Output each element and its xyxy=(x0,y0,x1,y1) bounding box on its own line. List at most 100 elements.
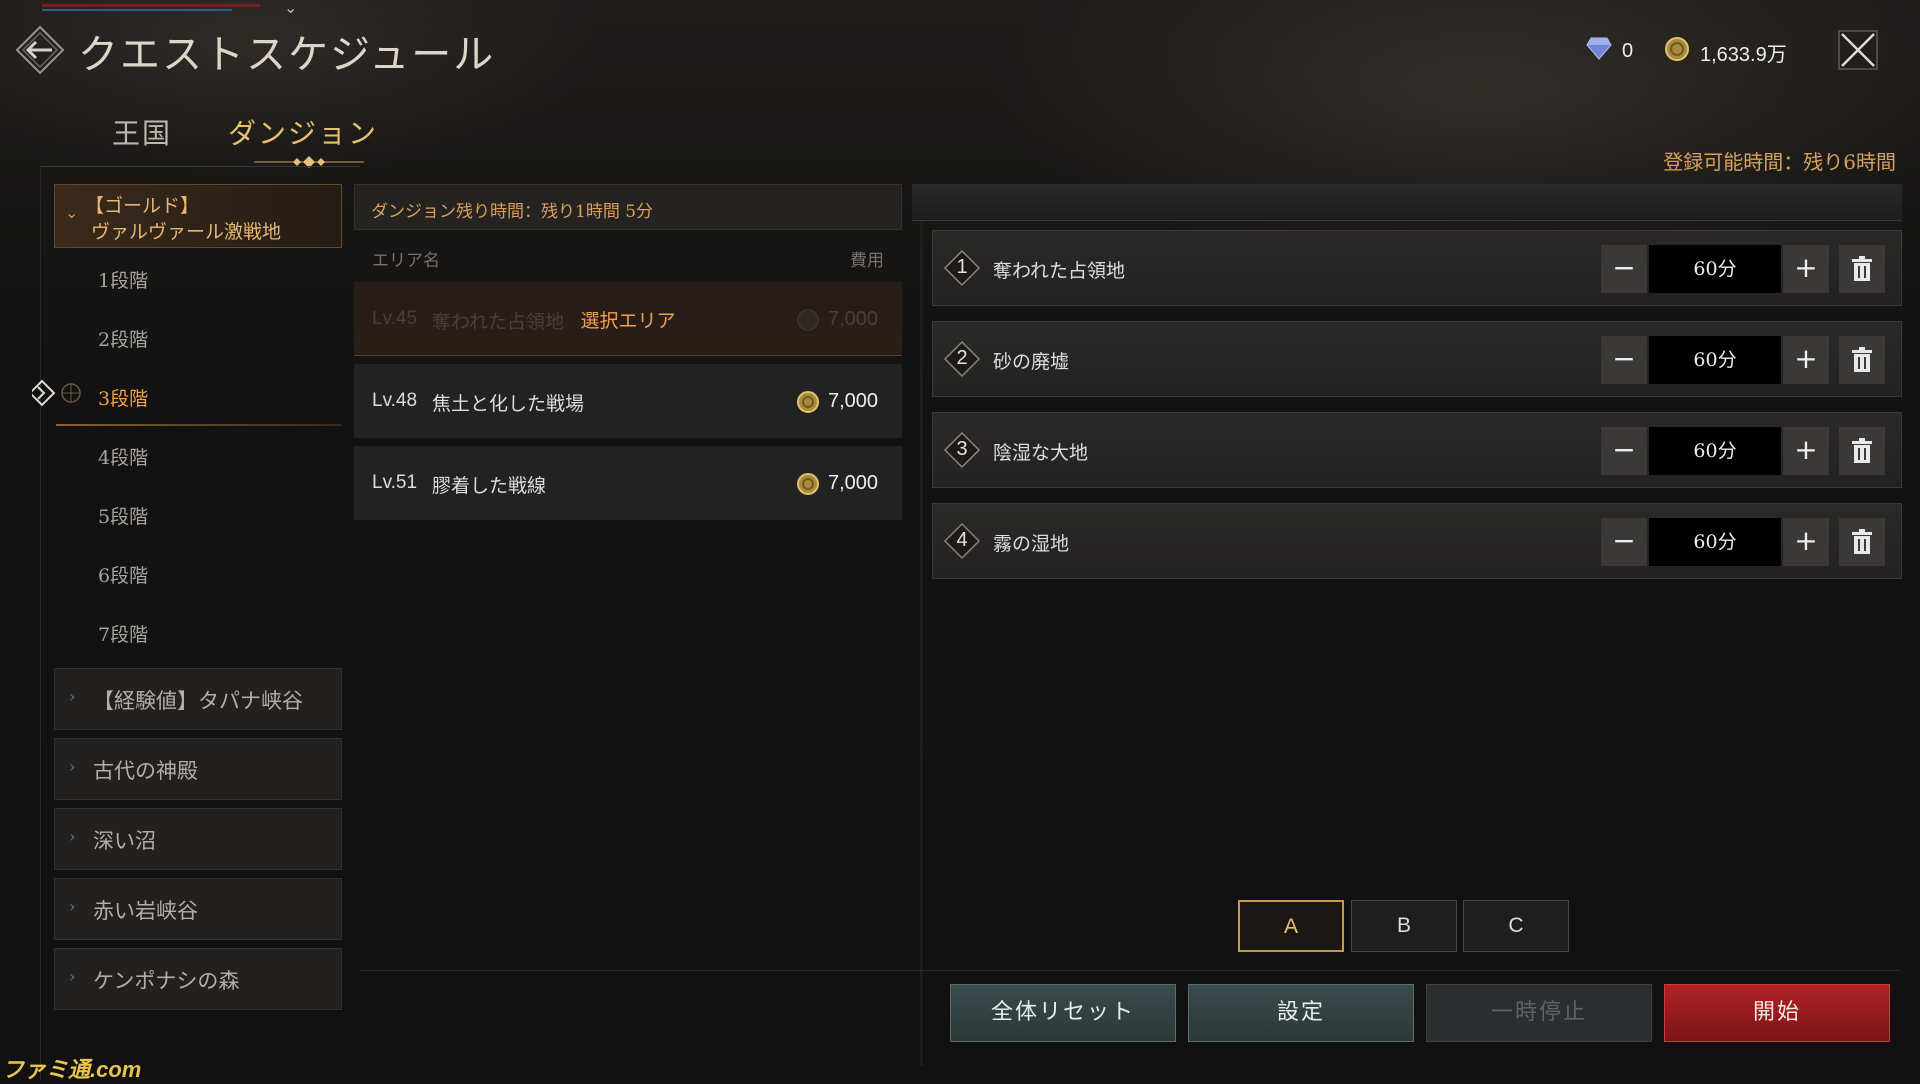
increase-button[interactable]: + xyxy=(1783,245,1829,293)
stage-7[interactable]: 7段階 xyxy=(98,620,148,647)
tab-divider xyxy=(40,166,360,167)
column-header-area: エリア名 xyxy=(372,251,440,271)
stage-active-icon xyxy=(60,382,82,404)
increase-button[interactable]: + xyxy=(1783,518,1829,566)
decrease-button[interactable]: − xyxy=(1601,336,1647,384)
footer-divider xyxy=(360,970,1900,971)
tab-kingdom[interactable]: 王国 xyxy=(112,112,172,152)
increase-button[interactable]: + xyxy=(1783,336,1829,384)
chevron-right-icon: › xyxy=(69,687,76,706)
category-label: 深い沼 xyxy=(93,829,156,853)
gold-coin-icon xyxy=(796,390,820,418)
category-gold-valvar[interactable]: ⌄ 【ゴールド】 ヴァルヴァール激戦地 xyxy=(54,184,342,248)
mp-bar xyxy=(42,9,232,11)
decrease-button[interactable]: − xyxy=(1601,245,1647,293)
category-label: 赤い岩峡谷 xyxy=(93,899,198,923)
slot-area-name: 奪われた占領地 xyxy=(993,260,1126,282)
selected-area-label: 選択エリア xyxy=(580,310,676,332)
area-level: Lv.48 xyxy=(372,390,418,411)
stage-5[interactable]: 5段階 xyxy=(98,502,148,529)
area-name: 膠着した戦線 xyxy=(432,475,547,497)
close-icon[interactable] xyxy=(1836,28,1880,72)
hp-bar xyxy=(42,4,260,7)
settings-button[interactable]: 設定 xyxy=(1188,984,1414,1042)
preset-b-button[interactable]: B xyxy=(1351,900,1457,952)
area-cost: 7,000 xyxy=(828,472,879,494)
trash-icon[interactable] xyxy=(1839,427,1885,475)
chevron-right-icon: › xyxy=(69,897,76,916)
chevron-right-icon: › xyxy=(69,827,76,846)
chevron-down-icon[interactable]: ⌄ xyxy=(284,0,297,17)
gold-amount: 1,633.9万 xyxy=(1700,43,1787,66)
slot-area-name: 砂の廃墟 xyxy=(993,351,1070,373)
selected-marker-icon xyxy=(28,378,62,408)
slot-area-name: 霧の湿地 xyxy=(993,533,1070,555)
area-level: Lv.51 xyxy=(372,472,418,493)
category-tag: 【ゴールド】 xyxy=(85,195,200,217)
reset-all-button[interactable]: 全体リセット xyxy=(950,984,1176,1042)
preset-a-button[interactable]: A xyxy=(1238,900,1344,952)
stage-1[interactable]: 1段階 xyxy=(98,266,148,293)
pause-button[interactable]: 一時停止 xyxy=(1426,984,1652,1042)
area-row[interactable]: Lv.51 膠着した戦線 7,000 xyxy=(354,446,902,520)
slot-duration: 60分 xyxy=(1649,427,1781,475)
slot-duration: 60分 xyxy=(1649,518,1781,566)
diamond-icon xyxy=(1586,36,1612,66)
gold-counter: 1,633.9万 xyxy=(1664,36,1787,68)
schedule-slot-1[interactable]: 1 奪われた占領地 − 60分 + xyxy=(932,230,1902,306)
category-red-rock-canyon[interactable]: › 赤い岩峡谷 xyxy=(54,878,342,940)
registration-time: 登録可能時間：残り6時間 xyxy=(1663,150,1896,174)
chevron-right-icon: › xyxy=(69,967,76,986)
slot-number: 3 xyxy=(956,438,968,460)
schedule-slot-4[interactable]: 4 霧の湿地 − 60分 + xyxy=(932,503,1902,579)
stage-active-underline xyxy=(56,424,342,426)
start-button[interactable]: 開始 xyxy=(1664,984,1890,1042)
category-deep-swamp[interactable]: › 深い沼 xyxy=(54,808,342,870)
schedule-slot-3[interactable]: 3 陰湿な大地 − 60分 + xyxy=(932,412,1902,488)
gem-amount: 0 xyxy=(1622,39,1634,62)
dungeon-remaining-time: ダンジョン残り時間：残り1時間 5分 xyxy=(354,184,902,230)
area-row-selected[interactable]: Lv.45 奪われた占領地 7,000 選択エリア xyxy=(354,282,902,356)
trash-icon[interactable] xyxy=(1839,336,1885,384)
column-header-cost: 費用 xyxy=(850,251,884,271)
slot-number: 2 xyxy=(956,347,968,369)
gold-coin-icon xyxy=(796,472,820,500)
tab-dungeon[interactable]: ダンジョン xyxy=(228,112,378,152)
decrease-button[interactable]: − xyxy=(1601,518,1647,566)
slot-duration: 60分 xyxy=(1649,336,1781,384)
sidebar-border xyxy=(40,166,41,1080)
page-title: クエストスケジュール xyxy=(78,32,496,78)
stage-4[interactable]: 4段階 xyxy=(98,443,148,470)
gem-counter: 0 xyxy=(1586,36,1633,66)
slot-area-name: 陰湿な大地 xyxy=(993,442,1089,464)
category-label: 古代の神殿 xyxy=(93,759,198,783)
area-cost: 7,000 xyxy=(828,390,879,412)
category-label: 【経験値】タパナ峡谷 xyxy=(93,689,303,713)
decrease-button[interactable]: − xyxy=(1601,427,1647,475)
trash-icon[interactable] xyxy=(1839,518,1885,566)
watermark-logo: ファミ通.com xyxy=(2,1057,142,1082)
category-name: ヴァルヴァール激戦地 xyxy=(91,221,282,243)
area-name: 焦土と化した戦場 xyxy=(432,393,585,415)
slot-number: 4 xyxy=(956,529,968,551)
trash-icon[interactable] xyxy=(1839,245,1885,293)
stage-2[interactable]: 2段階 xyxy=(98,325,148,352)
chevron-right-icon: › xyxy=(69,757,76,776)
back-arrow-icon[interactable] xyxy=(14,24,66,76)
panel-divider xyxy=(920,186,923,1066)
schedule-header-bar xyxy=(912,184,1902,221)
slot-number: 1 xyxy=(956,256,968,278)
chevron-down-icon: ⌄ xyxy=(65,203,79,222)
slot-duration: 60分 xyxy=(1649,245,1781,293)
stage-3[interactable]: 3段階 xyxy=(98,384,148,411)
category-kenponashi-forest[interactable]: › ケンポナシの森 xyxy=(54,948,342,1010)
category-ancient-temple[interactable]: › 古代の神殿 xyxy=(54,738,342,800)
increase-button[interactable]: + xyxy=(1783,427,1829,475)
category-label: ケンポナシの森 xyxy=(93,969,240,993)
area-row[interactable]: Lv.48 焦土と化した戦場 7,000 xyxy=(354,364,902,438)
category-exp-tapana[interactable]: › 【経験値】タパナ峡谷 xyxy=(54,668,342,730)
schedule-slot-2[interactable]: 2 砂の廃墟 − 60分 + xyxy=(932,321,1902,397)
stage-6[interactable]: 6段階 xyxy=(98,561,148,588)
preset-c-button[interactable]: C xyxy=(1463,900,1569,952)
gold-coin-icon xyxy=(1664,36,1690,68)
